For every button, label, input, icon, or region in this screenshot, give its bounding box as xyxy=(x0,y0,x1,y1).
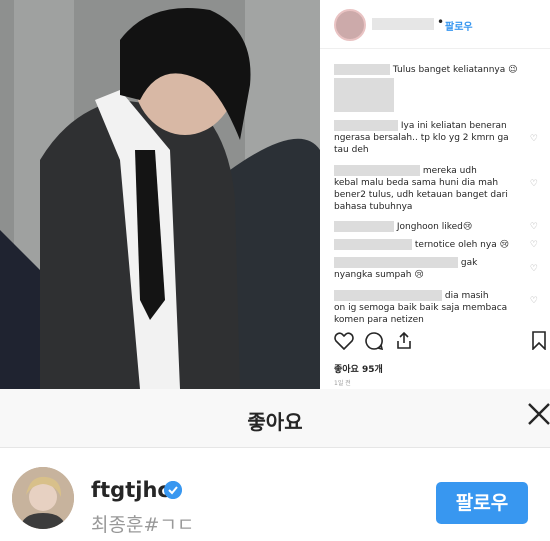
comment-3-line2: kebal malu beda sama huni dia mah xyxy=(334,178,499,188)
close-icon[interactable] xyxy=(524,399,550,429)
follow-button[interactable]: 팔로우 xyxy=(436,482,528,524)
comment-author-blurred[interactable] xyxy=(334,64,390,75)
post-photo xyxy=(0,0,320,389)
comment-3-line4: bahasa tubuhnya xyxy=(334,202,413,212)
comment-2-line2: ngerasa bersalah.. tp klo yg 2 kmrn ga xyxy=(334,133,509,143)
comment-7-line2: on ig semoga baik baik saja membaca xyxy=(334,303,508,313)
share-icon[interactable] xyxy=(395,331,413,350)
comment-6: gak xyxy=(334,257,477,269)
comment-2: Iya ini keliatan beneran xyxy=(334,120,507,132)
comment-like-heart-icon[interactable]: ♡ xyxy=(530,264,538,274)
comment-text: mereka udh xyxy=(422,166,477,176)
comment-author-blurred[interactable] xyxy=(334,165,420,176)
likes-count[interactable]: 좋아요 95개 xyxy=(334,362,383,375)
comment-7-line3: komen para netizen xyxy=(334,315,424,325)
comment-4: Jonghoon liked😢 xyxy=(334,221,472,233)
heart-icon[interactable] xyxy=(334,332,354,350)
comment-author-blurred[interactable] xyxy=(334,290,442,301)
comment-1: Tulus banget keliatannya 😉 xyxy=(334,64,518,76)
header-separator: • xyxy=(437,15,445,29)
likes-modal-header: 좋아요 xyxy=(0,389,550,448)
comment-3: mereka udh xyxy=(334,165,477,177)
comment-text: gak xyxy=(460,258,478,268)
username[interactable]: ftgtjhc xyxy=(91,478,170,502)
comment-author-blurred[interactable] xyxy=(334,221,394,232)
likes-modal-title: 좋아요 xyxy=(247,410,303,434)
comment-text: ternotice oleh nya 😢 xyxy=(414,240,509,250)
post-time: 1일 전 xyxy=(334,380,351,387)
comment-text: Jonghoon liked😢 xyxy=(396,222,473,232)
comment-text: Tulus banget keliatannya 😉 xyxy=(392,65,518,75)
comment-text: Iya ini keliatan beneran xyxy=(400,121,507,131)
comment-author-blurred[interactable] xyxy=(334,120,398,131)
bookmark-icon[interactable] xyxy=(532,331,546,350)
post-header: • 팔로우 xyxy=(320,0,550,49)
comment-author-blurred[interactable] xyxy=(334,257,458,268)
verified-icon xyxy=(164,481,182,499)
post-actions xyxy=(320,330,550,354)
comment-like-heart-icon[interactable]: ♡ xyxy=(530,179,538,189)
header-follow-link[interactable]: 팔로우 xyxy=(445,18,473,33)
comment-7: dia masih xyxy=(334,290,489,302)
post-side-panel: • 팔로우 Tulus banget keliatannya 😉 Iya ini… xyxy=(320,0,550,389)
comment-text: dia masih xyxy=(444,291,489,301)
comment-like-heart-icon[interactable]: ♡ xyxy=(530,134,538,144)
comment-2-line3: tau deh xyxy=(334,145,369,155)
comment-author-blurred[interactable] xyxy=(334,239,412,250)
comment-icon[interactable] xyxy=(365,332,383,350)
user-fullname: 최종훈#ㄱㄷ xyxy=(91,514,195,536)
comment-6-line2: nyangka sumpah 😢 xyxy=(334,270,424,280)
comment-like-heart-icon[interactable]: ♡ xyxy=(530,222,538,232)
comment-blurred-block xyxy=(334,78,394,112)
comment-3-line3: bener2 tulus, udh ketauan banget dari xyxy=(334,190,508,200)
post-author-name-blurred[interactable] xyxy=(372,18,434,30)
comment-like-heart-icon[interactable]: ♡ xyxy=(530,240,538,250)
comment-like-heart-icon[interactable]: ♡ xyxy=(530,296,538,306)
user-avatar[interactable] xyxy=(12,467,74,529)
comment-5: ternotice oleh nya 😢 xyxy=(334,239,509,251)
comment-1-extra xyxy=(334,78,394,112)
post-author-avatar[interactable] xyxy=(334,9,366,41)
